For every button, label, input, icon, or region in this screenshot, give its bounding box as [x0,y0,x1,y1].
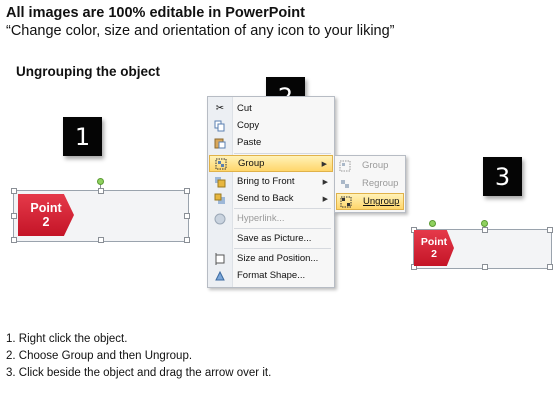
group-icon [339,160,351,172]
ungrouped-shapes[interactable]: Point 2 [410,218,553,270]
menu-item-copy[interactable]: Copy [209,117,333,134]
submenu-item-ungroup[interactable]: Ungroup [336,193,404,210]
format-shape-icon [214,270,226,282]
rotation-handle[interactable] [97,178,104,185]
size-position-icon [214,252,226,265]
instructions-list: 1. Right click the object. 2. Choose Gro… [6,331,271,382]
page-title: All images are 100% editable in PowerPoi… [6,5,305,21]
step-badge-1: 1 [63,117,102,156]
selected-shape-group[interactable]: Point 2 [11,178,190,243]
point-number: 2 [42,215,50,229]
point-arrow-shape[interactable]: Point 2 [18,194,74,236]
menu-item-hyperlink[interactable]: Hyperlink... [209,210,333,227]
submenu-item-group[interactable]: Group [336,157,404,174]
paste-icon [214,137,226,149]
instruction-step: 2. Choose Group and then Ungroup. [6,350,193,362]
bring-to-front-icon [214,176,226,188]
point-number: 2 [431,248,437,260]
send-to-back-icon [214,193,226,205]
instruction-step: 1. Right click the object. [6,333,128,345]
point-arrow-shape[interactable]: Point 2 [414,230,454,266]
menu-item-bring-to-front[interactable]: Bring to Front ▶ [209,173,333,190]
instruction-step: 3. Click beside the object and drag the … [6,367,272,379]
hyperlink-icon [214,213,226,225]
point-label: Point [420,235,448,248]
rotation-handle[interactable] [481,220,488,227]
point-label: Point [30,200,62,215]
submenu-arrow-icon: ▶ [322,195,328,203]
page-subtitle: “Change color, size and orientation of a… [6,23,395,39]
copy-icon [214,120,226,132]
menu-item-save-as-picture[interactable]: Save as Picture... [209,230,333,247]
menu-item-cut[interactable]: ✂ Cut [209,100,333,117]
step-badge-3: 3 [483,157,522,196]
menu-item-send-to-back[interactable]: Send to Back ▶ [209,190,333,207]
menu-item-paste[interactable]: Paste [209,134,333,151]
group-icon [215,158,227,170]
menu-item-format-shape[interactable]: Format Shape... [209,267,333,284]
submenu-item-regroup[interactable]: Regroup [336,175,404,192]
menu-item-size-and-position[interactable]: Size and Position... [209,250,333,267]
group-submenu: Group Regroup Ungroup [334,155,406,213]
submenu-arrow-icon: ▶ [321,160,327,168]
scissors-icon: ✂ [215,103,225,114]
context-menu: ✂ Cut Copy Paste Group ▶ Bring to Front … [207,96,335,288]
rotation-handle[interactable] [429,220,436,227]
ungroup-icon [340,196,352,208]
regroup-icon [339,178,351,190]
menu-item-group[interactable]: Group ▶ [209,155,333,172]
submenu-arrow-icon: ▶ [322,178,328,186]
section-title: Ungrouping the object [16,64,160,79]
